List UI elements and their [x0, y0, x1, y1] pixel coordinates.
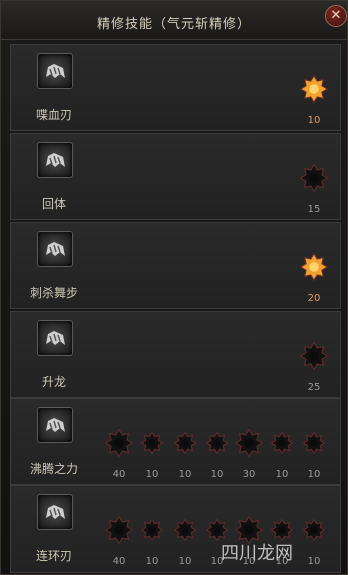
skill-name: 刺杀舞步: [29, 286, 78, 300]
node-level: 10: [307, 469, 321, 480]
close-button[interactable]: ✕: [325, 5, 347, 27]
skill-row-2: 回体 15: [10, 133, 341, 220]
skill-row-3: 刺杀舞步 20: [10, 222, 341, 309]
watermark-text: 四川龙网: [221, 543, 293, 564]
star-node-icon[interactable]: [299, 341, 329, 371]
node-level: 10: [307, 115, 321, 126]
skill-icon-feiteng[interactable]: [37, 407, 73, 443]
node-level: 20: [307, 293, 321, 304]
skill-name: 喋血刃: [35, 108, 72, 122]
star-node-icon[interactable]: [302, 431, 326, 455]
star-node-icon[interactable]: [270, 431, 294, 455]
skill-name: 沸腾之力: [29, 462, 78, 476]
skill-icon-diexue[interactable]: [37, 53, 73, 89]
star-node-icon[interactable]: [104, 515, 134, 545]
skill-icon-lianhuan[interactable]: [37, 494, 73, 530]
skill-name: 回体: [41, 197, 66, 211]
skill-row-4: 升龙 25: [10, 311, 341, 398]
star-node-icon[interactable]: [299, 252, 329, 282]
star-node-icon[interactable]: [234, 428, 264, 458]
star-node-icon[interactable]: [205, 518, 229, 542]
star-node-icon[interactable]: [140, 431, 164, 455]
star-node-icon[interactable]: [104, 428, 134, 458]
skill-name: 升龙: [41, 375, 66, 389]
star-node-icon[interactable]: [299, 74, 329, 104]
skill-icon-cisha[interactable]: [37, 231, 73, 267]
star-node-icon[interactable]: [140, 518, 164, 542]
skill-icon-huiti[interactable]: [37, 142, 73, 178]
skill-name: 连环刃: [35, 549, 72, 563]
star-node-icon[interactable]: [205, 431, 229, 455]
star-node-icon[interactable]: [270, 518, 294, 542]
node-level: 15: [307, 204, 321, 215]
star-node-icon[interactable]: [302, 518, 326, 542]
window-titlebar: 精修技能（气元斩精修） ✕: [1, 1, 347, 40]
node-level: 25: [307, 382, 321, 393]
skill-panel: 精修技能（气元斩精修） ✕ 喋血刃 10 回体 15 刺杀舞步 20 升龙 25…: [0, 0, 348, 575]
skill-row-5: 沸腾之力 40 10 10 10 30 10 10: [10, 398, 341, 485]
star-node-icon[interactable]: [299, 163, 329, 193]
skill-row-1: 喋血刃 10: [10, 44, 341, 131]
skill-icon-shenglong[interactable]: [37, 320, 73, 356]
star-node-icon[interactable]: [173, 431, 197, 455]
window-title: 精修技能（气元斩精修）: [96, 17, 251, 32]
star-node-icon[interactable]: [173, 518, 197, 542]
